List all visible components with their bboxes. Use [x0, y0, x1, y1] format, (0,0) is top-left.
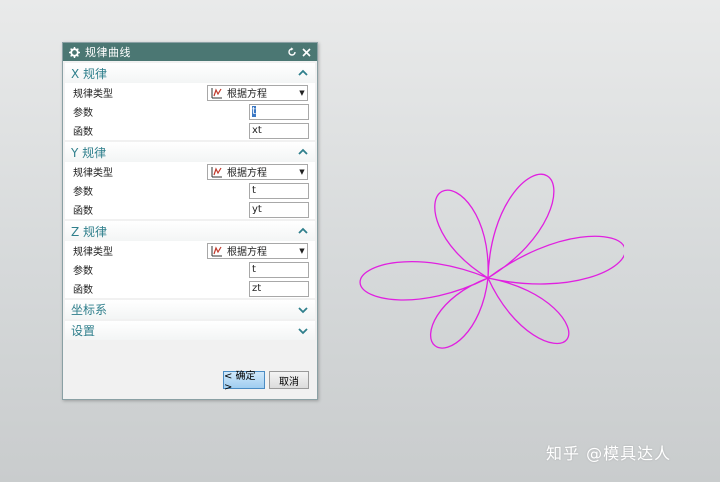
law-type-label: 规律类型	[73, 89, 113, 100]
settings-header[interactable]: 设置	[65, 321, 315, 340]
x-law-type-dropdown[interactable]: 根据方程 ▼	[207, 84, 308, 101]
y-law-title: Y 规律	[71, 145, 107, 160]
func-label: 函数	[73, 285, 93, 296]
x-law-param-row: 参数 t	[65, 102, 315, 121]
cancel-button[interactable]: 取消	[269, 371, 309, 389]
equation-law-icon	[211, 166, 225, 178]
y-func-input[interactable]: yt	[249, 201, 309, 218]
x-law-header[interactable]: X 规律	[65, 63, 315, 83]
settings-section: 设置	[65, 321, 315, 340]
z-law-param-row: 参数 t	[65, 260, 315, 279]
param-label: 参数	[73, 266, 93, 277]
ok-button[interactable]: < 确定 >	[223, 371, 265, 393]
law-curve-dialog: 规律曲线 X 规律 规律类型 根据方程 ▼ 参数 t 函数 xt Y 规律 规律…	[62, 42, 318, 400]
func-label: 函数	[73, 206, 93, 217]
dialog-footer: < 确定 > 取消	[63, 363, 317, 399]
y-law-header[interactable]: Y 规律	[65, 142, 315, 162]
equation-law-icon	[211, 245, 225, 257]
chevron-down-icon[interactable]	[297, 304, 309, 316]
law-type-value: 根据方程	[227, 247, 267, 258]
z-law-type-row: 规律类型 根据方程 ▼	[65, 241, 315, 260]
z-func-input[interactable]: zt	[249, 280, 309, 297]
dropdown-arrow-icon: ▼	[299, 246, 305, 255]
law-type-value: 根据方程	[227, 89, 267, 100]
dialog-title: 规律曲线	[85, 46, 131, 59]
x-law-section: X 规律 规律类型 根据方程 ▼ 参数 t 函数 xt	[65, 63, 315, 140]
y-law-type-dropdown[interactable]: 根据方程 ▼	[207, 163, 308, 180]
z-param-input[interactable]: t	[249, 261, 309, 278]
chevron-down-icon[interactable]	[297, 325, 309, 337]
csys-title: 坐标系	[71, 303, 108, 317]
param-label: 参数	[73, 187, 93, 198]
chevron-up-icon[interactable]	[297, 225, 309, 237]
watermark-text: 知乎 @模具达人	[546, 444, 672, 463]
settings-title: 设置	[71, 324, 96, 338]
y-law-type-row: 规律类型 根据方程 ▼	[65, 162, 315, 181]
x-law-func-row: 函数 xt	[65, 121, 315, 140]
param-label: 参数	[73, 108, 93, 119]
z-law-func-row: 函数 zt	[65, 279, 315, 298]
law-curve-graphic	[359, 173, 624, 349]
z-law-type-dropdown[interactable]: 根据方程 ▼	[207, 242, 308, 259]
y-param-input[interactable]: t	[249, 182, 309, 199]
y-law-param-row: 参数 t	[65, 181, 315, 200]
x-param-value: t	[252, 105, 256, 117]
law-type-value: 根据方程	[227, 168, 267, 179]
x-law-title: X 规律	[71, 66, 108, 81]
gear-icon	[67, 45, 81, 59]
dropdown-arrow-icon: ▼	[299, 167, 305, 176]
z-law-section: Z 规律 规律类型 根据方程 ▼ 参数 t 函数 zt	[65, 221, 315, 298]
z-law-header[interactable]: Z 规律	[65, 221, 315, 241]
y-law-func-row: 函数 yt	[65, 200, 315, 219]
reset-icon[interactable]	[285, 45, 298, 59]
flower-curve	[359, 173, 624, 349]
csys-header[interactable]: 坐标系	[65, 300, 315, 319]
y-law-section: Y 规律 规律类型 根据方程 ▼ 参数 t 函数 yt	[65, 142, 315, 219]
chevron-up-icon[interactable]	[297, 67, 309, 79]
x-param-input[interactable]: t	[249, 103, 309, 120]
csys-section: 坐标系	[65, 300, 315, 319]
close-icon[interactable]	[300, 45, 313, 59]
equation-law-icon	[211, 87, 225, 99]
dialog-titlebar: 规律曲线	[63, 43, 317, 61]
chevron-up-icon[interactable]	[297, 146, 309, 158]
func-label: 函数	[73, 127, 93, 138]
x-func-input[interactable]: xt	[249, 122, 309, 139]
law-type-label: 规律类型	[73, 168, 113, 179]
dropdown-arrow-icon: ▼	[299, 88, 305, 97]
z-law-title: Z 规律	[71, 224, 108, 239]
law-type-label: 规律类型	[73, 247, 113, 258]
x-law-type-row: 规律类型 根据方程 ▼	[65, 83, 315, 102]
